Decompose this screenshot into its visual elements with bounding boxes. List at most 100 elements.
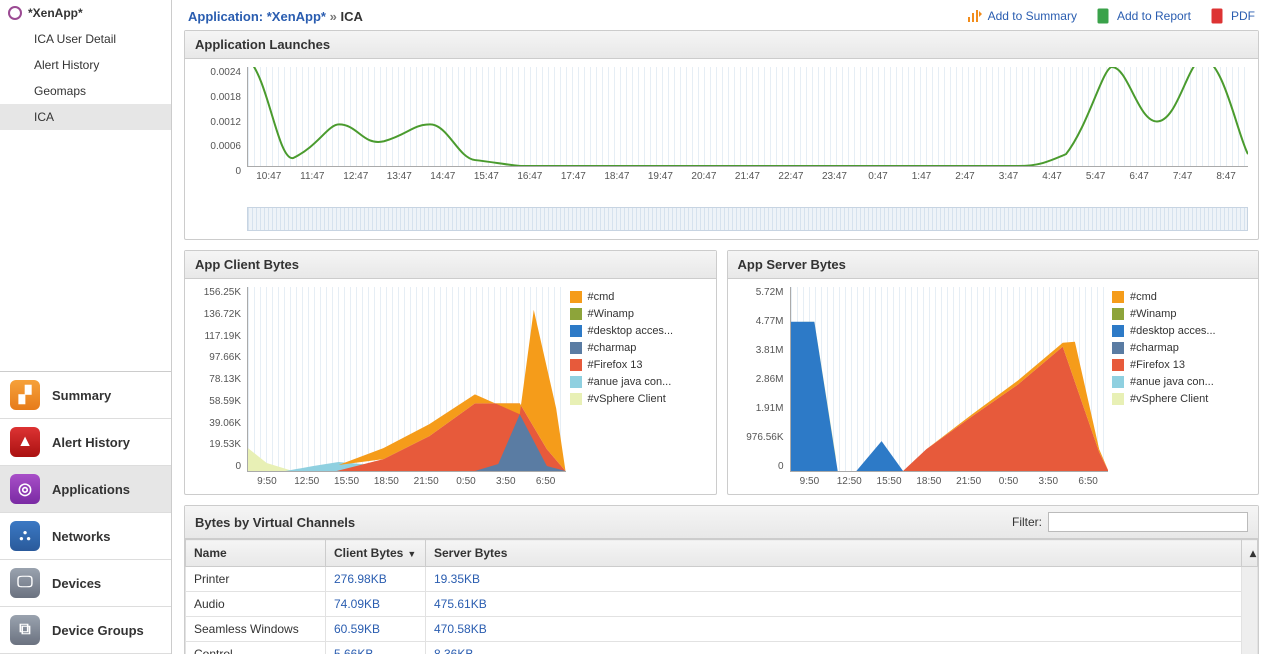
legend-label: #Firefox 13 xyxy=(1130,359,1185,371)
yaxis-launches: 0.00240.00180.00120.00060 xyxy=(195,67,245,177)
panel-application-launches: Application Launches 0.00240.00180.00120… xyxy=(184,30,1259,240)
cell-name: Seamless Windows xyxy=(186,617,326,642)
networks-icon: ⛬ xyxy=(10,521,40,551)
breadcrumb: Application: *XenApp* » ICA xyxy=(188,9,363,24)
nav-devices[interactable]: 🖵 Devices xyxy=(0,560,171,607)
add-to-report-label: Add to Report xyxy=(1117,9,1191,23)
legend-server: #cmd #Winamp #desktop acces... #charmap #Fir… xyxy=(1112,291,1242,410)
scrollbar[interactable] xyxy=(1242,567,1258,654)
col-name[interactable]: Name xyxy=(186,540,326,567)
legend-item[interactable]: #Winamp xyxy=(570,308,700,320)
sidebar-item-ica[interactable]: ICA xyxy=(0,104,171,130)
panel-app-server-bytes-title: App Server Bytes xyxy=(728,251,1259,279)
plot-client xyxy=(247,287,566,472)
pdf-button[interactable]: PDF xyxy=(1209,8,1255,24)
cell-server-bytes[interactable]: 8.36KB xyxy=(426,642,1242,654)
nav-device-groups-label: Device Groups xyxy=(52,623,144,638)
legend-label: #charmap xyxy=(588,342,637,354)
sidebar-root[interactable]: *XenApp* xyxy=(0,0,171,26)
add-to-summary-label: Add to Summary xyxy=(988,9,1077,23)
col-client-bytes[interactable]: Client Bytes ▼ xyxy=(326,540,426,567)
cell-name: Control xyxy=(186,642,326,654)
nav-alert-history[interactable]: ▲Alert History xyxy=(0,419,171,466)
col-server-bytes[interactable]: Server Bytes xyxy=(426,540,1242,567)
breadcrumb-app-link[interactable]: Application: *XenApp* xyxy=(188,9,326,24)
sidebar-item-alert-history[interactable]: Alert History xyxy=(0,52,171,78)
legend-item[interactable]: #anue java con... xyxy=(1112,376,1242,388)
legend-item[interactable]: #cmd xyxy=(1112,291,1242,303)
table-row: Printer276.98KB19.35KB xyxy=(186,567,1258,592)
document-plus-icon xyxy=(1095,8,1111,24)
legend-label: #Winamp xyxy=(588,308,634,320)
panel-app-client-bytes-title: App Client Bytes xyxy=(185,251,716,279)
sidebar-item-ica-user-detail[interactable]: ICA User Detail xyxy=(0,26,171,52)
filter-input[interactable] xyxy=(1048,512,1248,532)
cell-name: Printer xyxy=(186,567,326,592)
legend-label: #anue java con... xyxy=(588,376,672,388)
legend-item[interactable]: #vSphere Client xyxy=(570,393,700,405)
legend-item[interactable]: #desktop acces... xyxy=(570,325,700,337)
xaxis-server: 9:5012:5015:5018:5021:500:503:506:50 xyxy=(790,472,1109,487)
devices-icon: 🖵 xyxy=(10,568,40,598)
legend-item[interactable]: #charmap xyxy=(1112,342,1242,354)
cell-server-bytes[interactable]: 470.58KB xyxy=(426,617,1242,642)
cell-name: Audio xyxy=(186,592,326,617)
nav-device-groups[interactable]: ⧉Device Groups xyxy=(0,607,171,654)
legend-label: #desktop acces... xyxy=(1130,325,1216,337)
legend-swatch xyxy=(570,342,582,354)
legend-swatch xyxy=(1112,376,1124,388)
add-to-summary-button[interactable]: Add to Summary xyxy=(966,8,1077,24)
table-row: Control5.66KB8.36KB xyxy=(186,642,1258,654)
table-row: Audio74.09KB475.61KB xyxy=(186,592,1258,617)
legend-item[interactable]: #anue java con... xyxy=(570,376,700,388)
pdf-label: PDF xyxy=(1231,9,1255,23)
nav-applications[interactable]: ◎Applications xyxy=(0,466,171,513)
legend-item[interactable]: #Firefox 13 xyxy=(1112,359,1242,371)
legend-item[interactable]: #cmd xyxy=(570,291,700,303)
legend-swatch xyxy=(1112,308,1124,320)
filter-label: Filter: xyxy=(1012,515,1042,529)
overview-scrubber[interactable] xyxy=(247,207,1248,231)
panel-application-launches-title: Application Launches xyxy=(185,31,1258,59)
scroll-up-button[interactable]: ▴ xyxy=(1242,540,1258,567)
legend-item[interactable]: #charmap xyxy=(570,342,700,354)
nav-summary[interactable]: ▞Summary xyxy=(0,372,171,419)
cell-server-bytes[interactable]: 475.61KB xyxy=(426,592,1242,617)
legend-label: #charmap xyxy=(1130,342,1179,354)
legend-item[interactable]: #Firefox 13 xyxy=(570,359,700,371)
legend-swatch xyxy=(1112,325,1124,337)
cell-client-bytes[interactable]: 74.09KB xyxy=(326,592,426,617)
legend-item[interactable]: #Winamp xyxy=(1112,308,1242,320)
col-client-bytes-label: Client Bytes xyxy=(334,546,403,560)
main-content: Application: *XenApp* » ICA Add to Summa… xyxy=(172,0,1267,654)
breadcrumb-sep: » xyxy=(330,9,337,24)
chart-app-server-bytes[interactable]: 5.72M4.77M3.81M2.86M1.91M976.56K0 #cmd#W… xyxy=(738,287,1249,492)
legend-swatch xyxy=(570,325,582,337)
nav-networks[interactable]: ⛬ Networks xyxy=(0,513,171,560)
nav-networks-label: Networks xyxy=(52,529,111,544)
breadcrumb-label: Application: xyxy=(188,9,263,24)
panel-bytes-by-virtual-channels: Bytes by Virtual Channels Filter: Name C… xyxy=(184,505,1259,654)
legend-label: #Winamp xyxy=(1130,308,1176,320)
chart-app-client-bytes[interactable]: 156.25K136.72K117.19K97.66K78.13K58.59K3… xyxy=(195,287,706,492)
add-to-report-button[interactable]: Add to Report xyxy=(1095,8,1191,24)
breadcrumb-app: *XenApp* xyxy=(267,9,326,24)
legend-label: #anue java con... xyxy=(1130,376,1214,388)
legend-item[interactable]: #vSphere Client xyxy=(1112,393,1242,405)
sidebar-tree: *XenApp* ICA User Detail Alert History G… xyxy=(0,0,171,371)
cell-server-bytes[interactable]: 19.35KB xyxy=(426,567,1242,592)
cell-client-bytes[interactable]: 60.59KB xyxy=(326,617,426,642)
cell-client-bytes[interactable]: 5.66KB xyxy=(326,642,426,654)
sort-desc-icon: ▼ xyxy=(407,549,416,559)
yaxis-client: 156.25K136.72K117.19K97.66K78.13K58.59K3… xyxy=(195,287,245,472)
sidebar-item-geomaps[interactable]: Geomaps xyxy=(0,78,171,104)
sidebar-root-label: *XenApp* xyxy=(28,6,83,20)
nav-applications-label: Applications xyxy=(52,482,130,497)
cell-client-bytes[interactable]: 276.98KB xyxy=(326,567,426,592)
legend-client: #cmd #Winamp #desktop acces... #charmap #Fir… xyxy=(570,291,700,410)
sidebar: *XenApp* ICA User Detail Alert History G… xyxy=(0,0,172,654)
chart-application-launches[interactable]: 0.00240.00180.00120.00060 10:4711:4712:4… xyxy=(195,67,1248,197)
nav-devices-label: Devices xyxy=(52,576,101,591)
legend-item[interactable]: #desktop acces... xyxy=(1112,325,1242,337)
breadcrumb-bar: Application: *XenApp* » ICA Add to Summa… xyxy=(184,4,1259,30)
